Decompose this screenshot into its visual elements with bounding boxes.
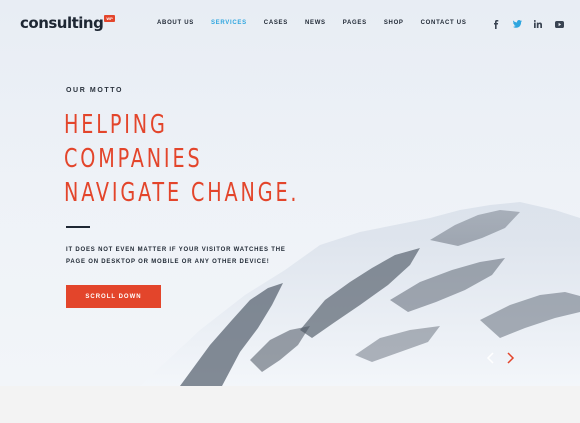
description-line: PAGE ON DESKTOP OR MOBILE OR ANY OTHER D… [66, 259, 270, 265]
nav-item-shop[interactable]: SHOP [384, 20, 404, 26]
nav-item-services[interactable]: SERVICES [211, 20, 247, 26]
headline-line: COMPANIES [64, 144, 203, 174]
hero-description: IT DOES NOT EVEN MATTER IF YOUR VISITOR … [66, 244, 316, 268]
chevron-right-icon[interactable] [505, 351, 515, 364]
brand-name: consulting [20, 14, 104, 32]
section-divider-strip [0, 386, 580, 423]
facebook-icon[interactable] [490, 18, 502, 30]
scroll-down-button[interactable]: SCROLL DOWN [66, 285, 161, 308]
hero-headline: HELPING COMPANIES NAVIGATE CHANGE. [64, 108, 351, 210]
description-line: IT DOES NOT EVEN MATTER IF YOUR VISITOR … [66, 247, 286, 253]
nav-item-about-us[interactable]: ABOUT US [157, 20, 194, 26]
motto-label: OUR MOTTO [66, 87, 124, 94]
brand-badge: WP [104, 15, 115, 22]
chevron-left-icon[interactable] [486, 351, 496, 364]
nav-item-news[interactable]: NEWS [305, 20, 326, 26]
brand-logo[interactable]: consulting WP [20, 14, 115, 32]
social-links [490, 18, 574, 30]
headline-line: HELPING [64, 110, 168, 140]
nav-item-cases[interactable]: CASES [264, 20, 288, 26]
headline-divider [66, 226, 90, 228]
youtube-icon[interactable] [553, 18, 565, 30]
page: consulting WP ABOUT US SERVICES CASES NE… [0, 0, 580, 423]
nav-item-pages[interactable]: PAGES [343, 20, 367, 26]
main-navigation: ABOUT US SERVICES CASES NEWS PAGES SHOP … [157, 20, 484, 26]
nav-item-contact-us[interactable]: CONTACT US [421, 20, 467, 26]
headline-line: NAVIGATE CHANGE. [64, 178, 300, 208]
linkedin-icon[interactable] [532, 18, 544, 30]
twitter-icon[interactable] [511, 18, 523, 30]
